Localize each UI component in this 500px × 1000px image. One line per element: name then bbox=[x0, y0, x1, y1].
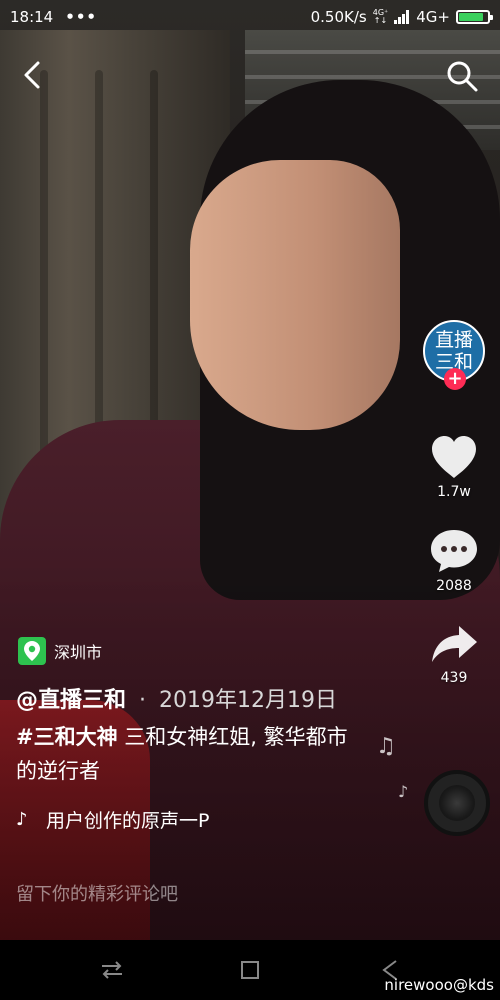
post-separator: · bbox=[139, 688, 147, 713]
comment-button[interactable]: 2088 bbox=[429, 528, 479, 594]
comment-bubble-icon bbox=[431, 530, 477, 572]
avatar-text-line1: 直播 bbox=[434, 329, 473, 351]
author-avatar[interactable]: 直播 三和 + bbox=[423, 320, 485, 390]
floating-music-note-icon: ♫ bbox=[376, 734, 396, 759]
share-button[interactable]: 439 bbox=[429, 622, 479, 686]
watermark: nirewooo@kds bbox=[384, 976, 494, 994]
hashtag-link[interactable]: #三和大神 bbox=[16, 725, 118, 749]
search-button[interactable] bbox=[444, 58, 480, 94]
person-face bbox=[190, 160, 400, 430]
back-button[interactable] bbox=[18, 55, 50, 95]
post-date: 2019年12月19日 bbox=[159, 688, 337, 713]
network-speed: 0.50K/s bbox=[310, 8, 367, 26]
floating-music-note-small-icon: ♪ bbox=[398, 782, 409, 801]
location-name: 深圳市 bbox=[54, 643, 103, 662]
share-count: 439 bbox=[440, 670, 468, 686]
video-caption: #三和大神 三和女神红姐, 繁华都市的逆行者 bbox=[16, 720, 361, 788]
status-time: 18:14 bbox=[10, 8, 54, 26]
location-pin-icon bbox=[18, 637, 46, 665]
action-rail: 直播 三和 + 1.7w 2088 439 bbox=[422, 320, 486, 686]
comment-input[interactable]: 留下你的精彩评论吧 bbox=[16, 880, 178, 906]
signal-icon: 4G⁺ ↑↓ bbox=[372, 8, 389, 25]
music-disc-cover bbox=[439, 785, 475, 821]
battery-icon bbox=[456, 10, 493, 24]
notification-dots: ••• bbox=[65, 8, 97, 26]
author-line: @直播三和 · 2019年12月19日 bbox=[16, 682, 337, 714]
follow-button[interactable]: + bbox=[444, 368, 466, 390]
system-nav-bar: nirewooo@kds bbox=[0, 940, 500, 1000]
signal-bars-icon bbox=[394, 10, 410, 24]
home-square-icon[interactable] bbox=[236, 956, 264, 984]
music-disc[interactable] bbox=[424, 770, 490, 836]
back-chevron-icon bbox=[24, 61, 40, 89]
location-tag[interactable]: 深圳市 bbox=[18, 636, 102, 666]
heart-icon bbox=[432, 436, 476, 478]
search-icon bbox=[447, 61, 478, 92]
comment-bar[interactable]: 留下你的精彩评论吧 bbox=[0, 860, 500, 930]
music-title: 用户创作的原声一P bbox=[46, 810, 210, 832]
comment-count: 2088 bbox=[436, 578, 472, 594]
like-button[interactable]: 1.7w bbox=[429, 434, 479, 500]
status-bar: 18:14 ••• 0.50K/s 4G⁺ ↑↓ 4G+ bbox=[0, 0, 500, 34]
author-handle[interactable]: @直播三和 bbox=[16, 688, 126, 713]
share-arrow-icon bbox=[432, 626, 477, 662]
battery-level bbox=[459, 13, 483, 21]
music-info[interactable]: ♪ 用户创作的原声一P bbox=[16, 806, 209, 833]
network-type: 4G+ bbox=[416, 8, 450, 26]
music-note-icon: ♪ bbox=[16, 809, 28, 830]
like-count: 1.7w bbox=[437, 484, 471, 500]
recent-apps-icon[interactable] bbox=[98, 956, 126, 984]
